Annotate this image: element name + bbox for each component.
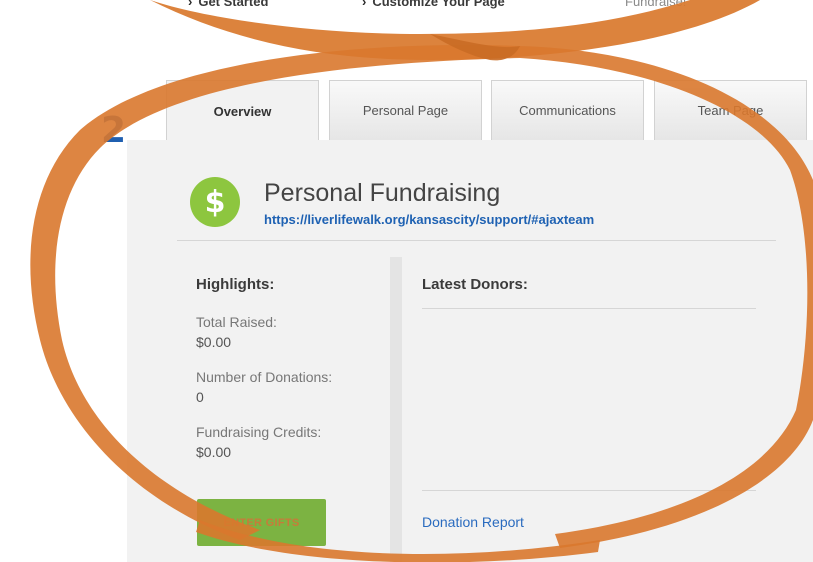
annotation-stroke-loop [430, 34, 520, 61]
enter-gifts-button[interactable]: ENTER GIFTS [197, 499, 326, 546]
fundraising-credits-value: $0.00 [196, 444, 232, 460]
step-navigation: › Get Started › Customize Your Page Fundra… [0, 0, 813, 12]
donors-divider [422, 308, 756, 309]
column-divider [390, 257, 402, 562]
step-customize-page[interactable]: › Customize Your Page [362, 0, 505, 9]
donations-count-label: Number of Donations: [196, 369, 333, 385]
donations-count-value: 0 [196, 389, 204, 405]
donation-report-link[interactable]: Donation Report [422, 514, 524, 530]
tab-personal-page[interactable]: Personal Page [329, 80, 482, 140]
tab-communications[interactable]: Communications [491, 80, 644, 140]
total-raised-value: $0.00 [196, 334, 232, 350]
tab-overview[interactable]: Overview [166, 80, 319, 142]
chevron-right-icon: › [188, 0, 193, 9]
latest-donors-heading: Latest Donors: [422, 276, 528, 293]
step-get-started[interactable]: › Get Started [188, 0, 268, 9]
page-title: Personal Fundraising [264, 179, 501, 207]
step-number-label: 2 [101, 110, 127, 151]
report-divider [422, 490, 756, 491]
header-divider [177, 240, 776, 241]
fundraising-page-link[interactable]: https://liverlifewalk.org/kansascity/sup… [264, 212, 594, 227]
fundraising-credits-label: Fundraising Credits: [196, 424, 322, 440]
tab-team-page[interactable]: Team Page [654, 80, 807, 140]
chevron-right-icon: › [362, 0, 367, 9]
highlights-heading: Highlights: [196, 276, 275, 293]
step-fundraise[interactable]: Fundraise! [625, 0, 686, 9]
dollar-icon: $ [190, 177, 240, 227]
total-raised-label: Total Raised: [196, 314, 277, 330]
